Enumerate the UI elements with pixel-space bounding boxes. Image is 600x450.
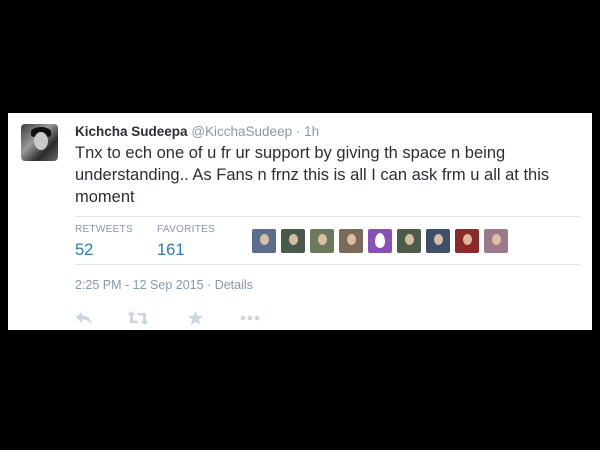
- avatar-face: [34, 132, 48, 150]
- divider-bottom: [75, 264, 580, 265]
- favoriter-avatar-7[interactable]: [455, 229, 479, 253]
- favoriter-face: [405, 234, 414, 245]
- author-avatar[interactable]: [21, 124, 58, 161]
- favoriter-avatar-6[interactable]: [426, 229, 450, 253]
- author-name[interactable]: Kichcha Sudeepa: [75, 124, 188, 139]
- egg-icon: [375, 233, 385, 248]
- more-button[interactable]: [240, 308, 260, 328]
- retweets-label: RETWEETS: [75, 224, 133, 235]
- retweets-stat[interactable]: RETWEETS 52: [75, 224, 133, 261]
- reply-button[interactable]: [75, 308, 93, 328]
- tweet-header: Kichcha Sudeepa @KicchaSudeep · 1h: [75, 123, 319, 141]
- favorites-stat[interactable]: FAVORITES 161: [157, 224, 215, 261]
- reply-icon: [76, 312, 92, 324]
- favoriter-avatar-4[interactable]: [339, 229, 363, 253]
- header-separator: ·: [295, 124, 301, 139]
- details-separator: ·: [207, 278, 212, 292]
- favoriter-avatar-8[interactable]: [484, 229, 508, 253]
- favoriter-face: [260, 234, 269, 245]
- favoriter-face: [434, 234, 443, 245]
- favoriter-avatar-1[interactable]: [252, 229, 276, 253]
- star-icon: [188, 310, 203, 325]
- favorites-count: 161: [157, 241, 185, 259]
- details-link[interactable]: Details: [215, 278, 253, 292]
- favoriters-list: [252, 229, 508, 253]
- author-handle[interactable]: @KicchaSudeep: [191, 124, 292, 139]
- favoriter-face: [347, 234, 356, 245]
- divider-top: [75, 216, 580, 217]
- retweets-count: 52: [75, 241, 94, 259]
- tweet-meta: 2:25 PM - 12 Sep 2015 · Details: [75, 278, 253, 292]
- favoriter-face: [492, 234, 501, 245]
- favoriter-face: [463, 234, 472, 245]
- more-icon: [240, 315, 260, 321]
- favorite-button[interactable]: [187, 308, 204, 328]
- retweet-icon: [127, 311, 149, 325]
- favorites-label: FAVORITES: [157, 224, 216, 235]
- tweet-card: Kichcha Sudeepa @KicchaSudeep · 1h Tnx t…: [8, 113, 592, 330]
- favoriter-face: [289, 234, 298, 245]
- favoriter-avatar-5[interactable]: [397, 229, 421, 253]
- tweet-text: Tnx to ech one of u fr ur support by giv…: [75, 144, 550, 206]
- favoriter-avatar-egg[interactable]: [368, 229, 392, 253]
- retweet-button[interactable]: [127, 308, 149, 328]
- favoriter-avatar-3[interactable]: [310, 229, 334, 253]
- favoriter-avatar-2[interactable]: [281, 229, 305, 253]
- time-ago-link[interactable]: 1h: [304, 124, 319, 139]
- tweet-timestamp: 2:25 PM - 12 Sep 2015: [75, 278, 204, 292]
- favoriter-face: [318, 234, 327, 245]
